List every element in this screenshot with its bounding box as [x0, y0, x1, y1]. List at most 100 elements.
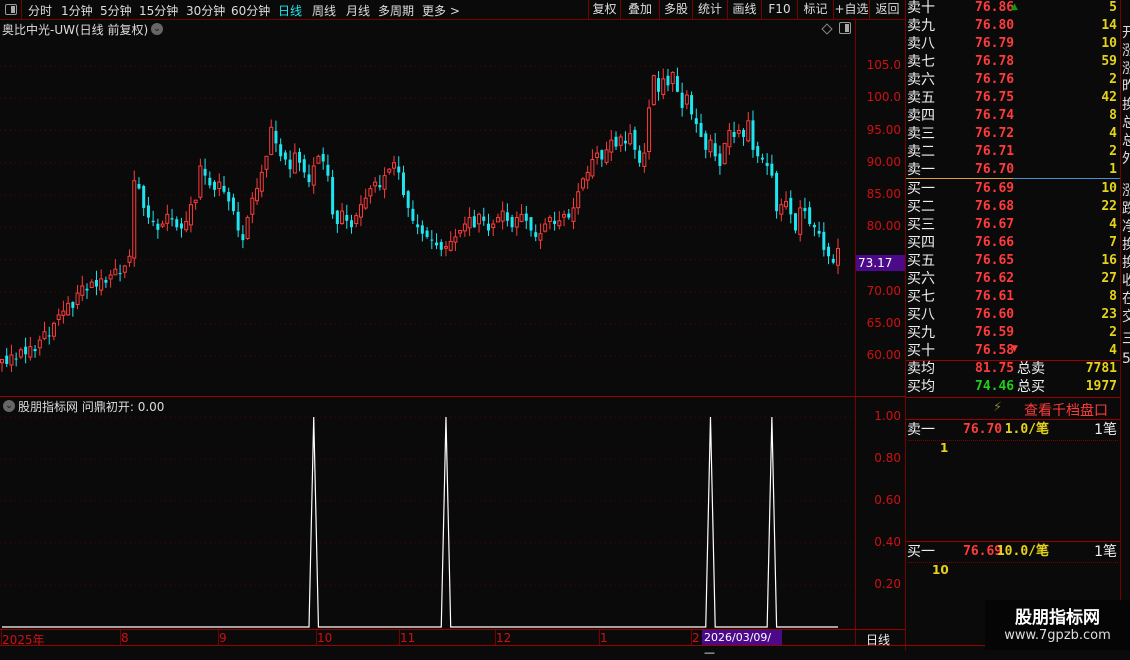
tab-4[interactable]: 30分钟: [186, 2, 225, 19]
candle-body: [670, 71, 675, 84]
chart-title: 奥比中光-UW(日线 前复权): [2, 23, 149, 37]
bid-level-row: 买一 76.69 10: [907, 180, 1119, 198]
candle-body: [553, 220, 557, 225]
candle-body: [836, 248, 840, 266]
chevron-down-icon[interactable]: ⌄: [151, 23, 163, 35]
level-label: 买五: [907, 253, 935, 269]
candle-body: [311, 165, 316, 186]
bid-total: 1977: [1085, 379, 1117, 394]
label: 总卖: [1017, 361, 1045, 377]
bid-level-row: 买三 76.67 4: [907, 216, 1119, 234]
tab-3[interactable]: 15分钟: [139, 2, 178, 19]
toolbar-button-3[interactable]: 统计: [692, 0, 727, 20]
tab-10[interactable]: 更多 >: [422, 2, 460, 19]
bid-level-row: 买五 76.65 16: [907, 252, 1119, 270]
candle-body: [137, 183, 141, 189]
level-price: 76.86: [975, 0, 1015, 15]
indicator-chart[interactable]: [0, 397, 855, 629]
date-label: 2: [692, 631, 700, 645]
strip-cell: 涨: [1122, 43, 1130, 59]
strip-cell: 在: [1122, 291, 1130, 307]
tab-5[interactable]: 60分钟: [231, 2, 270, 19]
toolbar-button-4[interactable]: 画线: [727, 0, 761, 20]
candle-body: [557, 220, 562, 227]
level-volume: 2: [1109, 72, 1117, 87]
down-arrow-icon: ▼: [1011, 344, 1018, 354]
level-price: 76.70: [975, 162, 1015, 177]
strip-cell: 三: [1122, 331, 1130, 347]
candle-body: [292, 152, 297, 174]
tab-6[interactable]: 日线: [278, 2, 302, 19]
level-price: 76.61: [975, 289, 1015, 304]
toolbar-button-0[interactable]: 复权: [588, 0, 620, 20]
level-label: 买三: [907, 217, 935, 233]
level-volume: 7: [1109, 235, 1117, 250]
candle-body: [358, 204, 363, 218]
candlestick-chart[interactable]: [0, 38, 855, 396]
diamond-icon[interactable]: [821, 23, 833, 35]
toolbar-button-5[interactable]: F10: [761, 0, 797, 20]
tab-7[interactable]: 周线: [312, 2, 336, 19]
candle-body: [779, 204, 784, 215]
candle-body: [448, 240, 453, 251]
candle-body: [604, 149, 609, 163]
candle-body: [742, 129, 746, 137]
strip-cell: 开: [1122, 25, 1130, 41]
candle-body: [430, 239, 434, 241]
depth-link[interactable]: 查看千档盘口: [1024, 400, 1108, 420]
date-label: 2025年: [2, 633, 45, 647]
candle-body: [411, 208, 415, 221]
order-count: 1笔: [1094, 422, 1117, 438]
candle-body: [638, 150, 642, 163]
candle-body: [666, 75, 670, 86]
candle-body: [28, 346, 33, 358]
candle-body: [132, 180, 137, 259]
candle-body: [657, 78, 661, 92]
toolbar-button-1[interactable]: 叠加: [620, 0, 659, 20]
level-volume: 23: [1101, 307, 1117, 322]
level-volume: 4: [1109, 343, 1117, 358]
candle-body: [127, 255, 132, 263]
tab-2[interactable]: 5分钟: [100, 2, 132, 19]
layout-toggle-icon[interactable]: [0, 0, 22, 20]
indicator-line: [2, 416, 838, 628]
candle-body: [416, 224, 420, 228]
label: 卖一: [907, 422, 935, 438]
level-label: 买二: [907, 199, 935, 215]
date-divider: [218, 630, 219, 645]
toolbar-button-6[interactable]: 标记: [797, 0, 833, 20]
candle-body: [401, 172, 405, 195]
toolbar-button-2[interactable]: 多股: [659, 0, 692, 20]
level-volume: 2: [1109, 144, 1117, 159]
strip-cell: 昨: [1122, 79, 1130, 95]
candle-body: [534, 232, 538, 237]
candle-body: [75, 292, 80, 305]
candle-body: [387, 168, 392, 173]
candle-body: [808, 207, 812, 225]
level-label: 卖一: [907, 162, 935, 178]
bid-level-row: 买七 76.61 8: [907, 288, 1119, 306]
candle-body: [472, 216, 476, 228]
tab-9[interactable]: 多周期: [378, 2, 414, 19]
level-label: 买六: [907, 271, 935, 287]
candle-body: [85, 288, 89, 291]
candle-body: [510, 216, 514, 228]
period-label[interactable]: 日线: [866, 631, 890, 648]
candle-body: [642, 152, 647, 167]
period-toolbar: 分时 1分钟 5分钟 15分钟 30分钟 60分钟 日线 周线 月线 多周期 更多 > 复权 叠加 多股…: [0, 0, 905, 20]
candle-body: [746, 120, 751, 142]
ask-level-row: 卖七 76.78 59: [907, 53, 1119, 71]
tab-1[interactable]: 1分钟: [61, 2, 93, 19]
label: 买一: [907, 544, 935, 560]
tab-8[interactable]: 月线: [346, 2, 370, 19]
lightning-icon: ⚡: [993, 400, 1003, 415]
candle-body: [363, 197, 368, 209]
tab-0[interactable]: 分时: [28, 2, 52, 19]
label: 买均: [907, 379, 935, 395]
ask-level-row: 卖一 76.70 1: [907, 161, 1119, 179]
candle-body: [491, 223, 496, 229]
candle-body: [699, 123, 703, 137]
panel-toggle-icon[interactable]: [839, 22, 851, 34]
bid-summary-row: 买均 74.46 总买 1977: [907, 378, 1119, 396]
level-volume: 42: [1101, 90, 1117, 105]
